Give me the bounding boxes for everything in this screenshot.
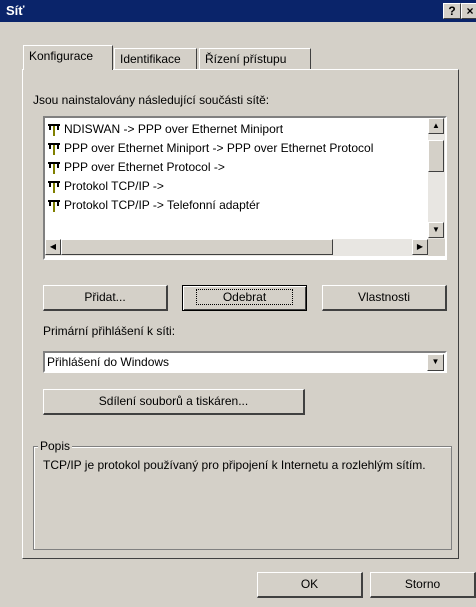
component-label: PPP over Ethernet Protocol -> <box>64 160 225 174</box>
button-label: Storno <box>404 577 441 591</box>
components-listbox[interactable]: NDISWAN -> PPP over Ethernet Miniport PP… <box>43 116 447 260</box>
list-item[interactable]: Protokol TCP/IP -> Telefonní adaptér <box>47 196 260 215</box>
network-protocol-icon <box>47 123 61 137</box>
network-protocol-icon <box>47 161 61 175</box>
close-button[interactable]: × <box>461 3 476 19</box>
scroll-left-icon[interactable]: ◀ <box>45 239 61 255</box>
scroll-up-icon[interactable]: ▲ <box>428 118 444 134</box>
chevron-down-icon[interactable]: ▼ <box>427 354 444 371</box>
ok-button[interactable]: OK <box>257 572 363 598</box>
components-list-viewport: NDISWAN -> PPP over Ethernet Miniport PP… <box>45 120 428 238</box>
button-label: Sdílení souborů a tiskáren... <box>98 394 249 408</box>
tab-label: Konfigurace <box>29 49 94 63</box>
cancel-button[interactable]: Storno <box>370 572 476 598</box>
select-value: Přihlášení do Windows <box>47 355 170 369</box>
network-protocol-icon <box>47 142 61 156</box>
remove-button[interactable]: Odebrat <box>182 285 307 311</box>
network-protocol-icon <box>47 180 61 194</box>
description-legend: Popis <box>38 439 73 453</box>
list-item[interactable]: NDISWAN -> PPP over Ethernet Miniport <box>47 120 283 139</box>
network-protocol-icon <box>47 199 61 213</box>
list-item[interactable]: Protokol TCP/IP -> <box>47 177 164 196</box>
tab-konfigurace[interactable]: Konfigurace <box>23 45 113 70</box>
primary-logon-label: Primární přihlášení k síti: <box>43 324 176 338</box>
scroll-down-icon[interactable]: ▼ <box>428 222 444 238</box>
tab-rizeni-pristupu[interactable]: Řízení přístupu <box>199 48 311 70</box>
list-item[interactable]: PPP over Ethernet Miniport -> PPP over E… <box>47 139 373 158</box>
components-label: Jsou nainstalovány následující součásti … <box>33 93 270 107</box>
vertical-scrollbar[interactable]: ▲ ▼ <box>428 118 445 239</box>
scroll-right-icon[interactable]: ▶ <box>412 239 428 255</box>
window-title: Síť <box>6 3 25 18</box>
title-bar[interactable]: Síť ? × <box>0 0 476 22</box>
button-label: Odebrat <box>195 289 294 305</box>
component-label: NDISWAN -> PPP over Ethernet Miniport <box>64 122 284 136</box>
tab-label: Identifikace <box>120 52 181 66</box>
network-dialog: Síť ? × Konfigurace Identifikace Řízení … <box>0 0 476 607</box>
help-button[interactable]: ? <box>443 3 461 19</box>
scroll-thumb[interactable] <box>428 140 444 172</box>
component-label: PPP over Ethernet Miniport -> PPP over E… <box>64 141 374 155</box>
button-label: Vlastnosti <box>357 290 411 304</box>
scrollbar-corner <box>428 239 445 256</box>
add-button[interactable]: Přidat... <box>43 285 168 311</box>
tab-identifikace[interactable]: Identifikace <box>114 48 197 70</box>
primary-logon-select[interactable]: Přihlášení do Windows ▼ <box>43 351 447 373</box>
tab-label: Řízení přístupu <box>205 52 287 66</box>
component-label: Protokol TCP/IP -> Telefonní adaptér <box>64 198 260 212</box>
scroll-thumb[interactable] <box>61 239 333 255</box>
list-item[interactable]: PPP over Ethernet Protocol -> <box>47 158 225 177</box>
description-text: TCP/IP je protokol používaný pro připoje… <box>43 458 426 472</box>
horizontal-scrollbar[interactable]: ◀ ▶ <box>45 239 428 256</box>
button-label: Přidat... <box>84 290 126 304</box>
file-printer-sharing-button[interactable]: Sdílení souborů a tiskáren... <box>43 389 305 415</box>
component-label: Protokol TCP/IP -> <box>64 179 164 193</box>
properties-button[interactable]: Vlastnosti <box>322 285 447 311</box>
button-label: OK <box>300 577 319 591</box>
